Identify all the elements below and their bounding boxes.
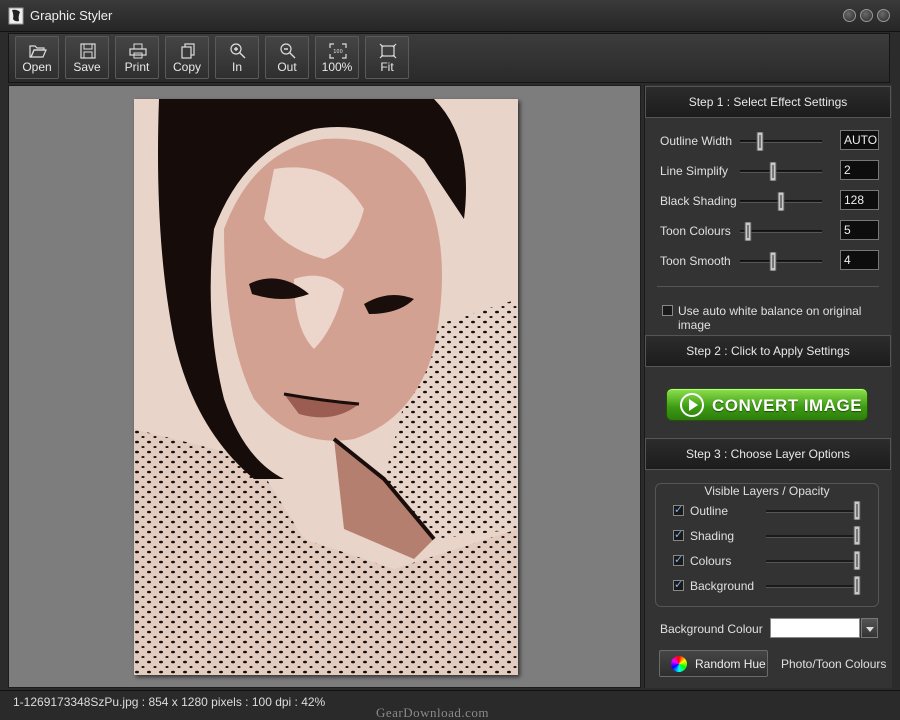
layer-outline-label: Outline — [690, 504, 729, 518]
layer-outline-opacity-thumb[interactable] — [853, 501, 861, 520]
actual-size-icon-text: 100 — [333, 49, 343, 55]
photo-toon-colours-label: Photo/Toon Colours — [781, 657, 887, 671]
random-hue-button[interactable]: Random Hue — [659, 650, 768, 677]
window-controls — [843, 9, 890, 22]
slider-track[interactable] — [740, 230, 822, 233]
zoom-out-button[interactable]: Out — [265, 36, 309, 79]
slider-toon-colours: Toon Colours 5 — [660, 219, 880, 243]
layer-shading-label: Shading — [690, 529, 735, 543]
zoom-out-button-label: Out — [277, 60, 297, 74]
layer-outline-checkbox[interactable] — [673, 503, 684, 516]
layer-background-checkbox[interactable] — [673, 578, 684, 591]
fit-button[interactable]: Fit — [365, 36, 409, 79]
slider-thumb[interactable] — [777, 192, 785, 211]
background-colour-swatch[interactable] — [770, 618, 860, 638]
open-button-label: Open — [22, 60, 52, 74]
color-wheel-icon — [671, 656, 687, 672]
slider-label: Outline Width — [660, 134, 733, 148]
minimize-button[interactable] — [843, 9, 856, 22]
slider-label: Line Simplify — [660, 164, 729, 178]
copy-icon — [181, 43, 195, 59]
watermark: GearDownload.com — [376, 705, 490, 720]
title-bar: Graphic Styler — [0, 0, 900, 32]
fit-to-window-icon — [379, 43, 397, 59]
zoom-100-button[interactable]: 100 100% — [315, 36, 359, 79]
background-colour-label: Background Colour — [660, 622, 763, 636]
layer-background-opacity-track[interactable] — [766, 585, 860, 588]
play-icon — [680, 393, 704, 417]
slider-label: Toon Smooth — [660, 254, 731, 268]
copy-button-label: Copy — [172, 60, 201, 74]
copy-button[interactable]: Copy — [165, 36, 209, 79]
actual-size-icon: 100 — [329, 43, 347, 59]
layers-title: Visible Layers / Opacity — [704, 484, 830, 498]
layer-shading-checkbox[interactable] — [673, 528, 684, 541]
layer-background-opacity-thumb[interactable] — [853, 576, 861, 595]
status-text: 1-1269173348SzPu.jpg : 854 x 1280 pixels… — [13, 695, 326, 709]
print-button-label: Print — [124, 60, 150, 74]
folder-open-icon — [29, 45, 47, 58]
slider-track[interactable] — [740, 170, 822, 173]
toolbar: Open Save Print Copy In Out 100 100% Fit — [8, 33, 890, 83]
save-button[interactable]: Save — [65, 36, 109, 79]
layer-colours-label: Colours — [690, 554, 732, 568]
convert-image-label: CONVERT IMAGE — [712, 396, 863, 415]
value-field[interactable]: 2 — [840, 160, 879, 180]
layer-colours-opacity-thumb[interactable] — [853, 551, 861, 570]
layer-shading-opacity-thumb[interactable] — [853, 526, 861, 545]
zoom-in-button-label: In — [231, 60, 242, 74]
slider-label: Black Shading — [660, 194, 737, 208]
value-field[interactable]: AUTO — [840, 130, 879, 150]
app-logo-icon — [8, 7, 24, 25]
slider-track[interactable] — [740, 260, 822, 263]
slider-thumb[interactable] — [769, 252, 777, 271]
value-field[interactable]: 5 — [840, 220, 879, 240]
auto-white-balance-label: Use auto white balance on original image — [678, 304, 862, 332]
slider-thumb[interactable] — [744, 222, 752, 241]
random-hue-label: Random Hue — [695, 657, 766, 671]
value-field[interactable]: 4 — [840, 250, 879, 270]
save-button-label: Save — [73, 60, 101, 74]
zoom-100-button-label: 100% — [321, 60, 353, 74]
image-canvas[interactable] — [8, 85, 641, 688]
divider — [657, 286, 879, 287]
close-button[interactable] — [877, 9, 890, 22]
layer-outline-opacity-track[interactable] — [766, 510, 860, 513]
toon-portrait-image — [134, 99, 518, 675]
window-title: Graphic Styler — [30, 8, 113, 23]
step1-header: Step 1 : Select Effect Settings — [645, 86, 891, 118]
slider-track[interactable] — [740, 140, 822, 143]
layer-shading-opacity-track[interactable] — [766, 535, 860, 538]
step3-header: Step 3 : Choose Layer Options — [645, 438, 891, 470]
slider-line-simplify: Line Simplify 2 — [660, 159, 880, 183]
zoom-out-icon — [280, 43, 296, 59]
slider-toon-smooth: Toon Smooth 4 — [660, 249, 880, 273]
convert-image-button[interactable]: CONVERT IMAGE — [666, 388, 868, 421]
step2-header: Step 2 : Click to Apply Settings — [645, 335, 891, 367]
layer-colours-opacity-track[interactable] — [766, 560, 860, 563]
layer-colours-checkbox[interactable] — [673, 553, 684, 566]
auto-white-balance-checkbox[interactable] — [662, 305, 673, 316]
zoom-in-button[interactable]: In — [215, 36, 259, 79]
open-button[interactable]: Open — [15, 36, 59, 79]
floppy-disk-icon — [80, 43, 96, 59]
layer-background-label: Background — [690, 579, 755, 593]
maximize-button[interactable] — [860, 9, 873, 22]
background-colour-dropdown-button[interactable] — [861, 618, 878, 638]
settings-panel: Step 1 : Select Effect Settings Outline … — [644, 85, 892, 688]
slider-thumb[interactable] — [769, 162, 777, 181]
fit-button-label: Fit — [380, 60, 394, 74]
toon-image-preview — [134, 99, 518, 675]
zoom-in-icon — [230, 43, 246, 59]
print-button[interactable]: Print — [115, 36, 159, 79]
slider-outline-width: Outline Width AUTO — [660, 129, 880, 153]
slider-black-shading: Black Shading 128 — [660, 189, 880, 213]
status-bar: 1-1269173348SzPu.jpg : 854 x 1280 pixels… — [0, 690, 900, 720]
value-field[interactable]: 128 — [840, 190, 879, 210]
slider-thumb[interactable] — [756, 132, 764, 151]
visible-layers-group: Visible Layers / Opacity Outline Shading… — [655, 483, 879, 607]
printer-icon — [129, 43, 147, 59]
slider-label: Toon Colours — [660, 224, 731, 238]
